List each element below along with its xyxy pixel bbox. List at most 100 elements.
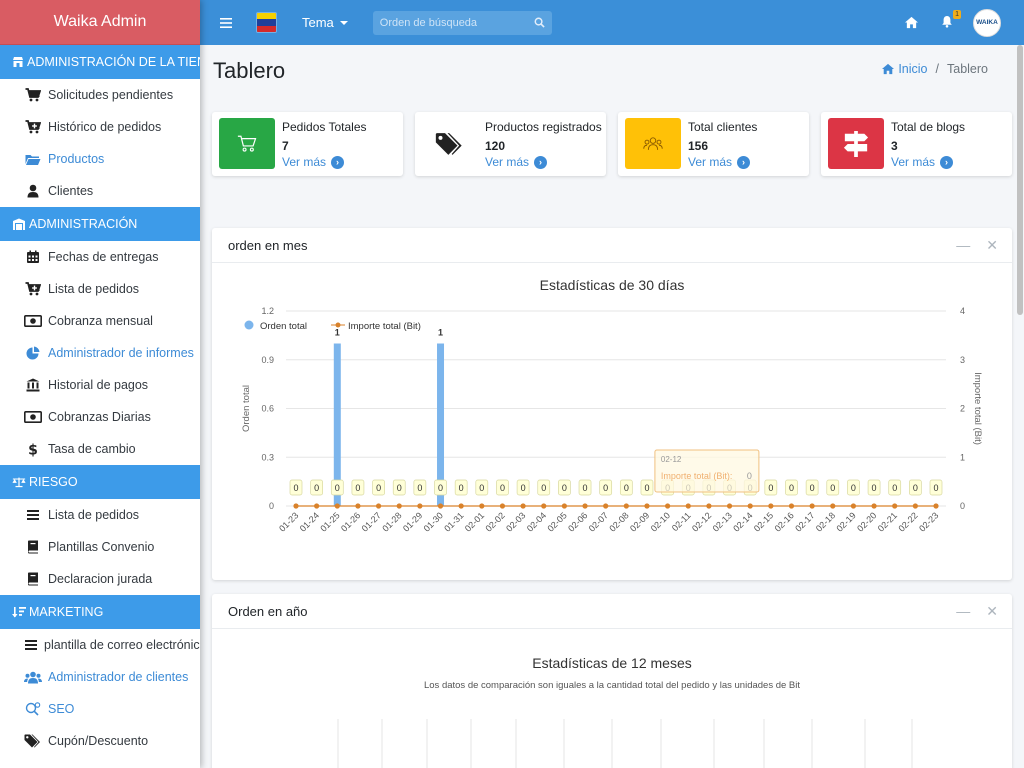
legend-label: Importe total (Bit)	[348, 321, 421, 332]
stat-card-more-link[interactable]: Ver más ›	[485, 155, 548, 169]
sidebar-item[interactable]: plantilla de correo electrónico	[0, 629, 200, 661]
stat-card-more-link[interactable]: Ver más ›	[688, 155, 751, 169]
line-data-label: 0	[872, 483, 877, 493]
sidebar-item-label: Administrador de clientes	[48, 670, 189, 684]
sidebar-item-label: Lista de pedidos	[48, 508, 140, 522]
x-tick-label: 02-05	[545, 510, 568, 533]
sidebar-section-header[interactable]: ADMINISTRACIÓN DE LA TIENDA	[0, 45, 200, 79]
sidebar-item[interactable]: Histórico de pedidos	[0, 111, 200, 143]
y-axis-label: Orden total	[241, 385, 252, 432]
sidebar-item[interactable]: SEO	[0, 693, 200, 725]
minimize-icon[interactable]: —	[956, 604, 970, 618]
x-tick-label: 02-03	[504, 510, 527, 533]
x-tick-label: 02-19	[834, 510, 857, 533]
line-point	[665, 503, 671, 509]
line-point	[520, 503, 526, 509]
line-point	[871, 503, 877, 509]
y2-tick-label: 0	[960, 501, 965, 511]
venezuela-flag-icon[interactable]	[256, 12, 277, 33]
x-tick-label: 01-24	[298, 510, 321, 533]
x-tick-label: 01-25	[318, 510, 341, 533]
search-icon[interactable]	[534, 17, 545, 28]
stat-card-more-link[interactable]: Ver más ›	[891, 155, 954, 169]
x-tick-label: 02-12	[690, 510, 713, 533]
notifications-button[interactable]: 1	[941, 9, 961, 31]
sidebar-section-title: RIESGO	[29, 475, 78, 489]
sidebar-section-header[interactable]: RIESGO	[0, 465, 200, 499]
line-data-label: 0	[397, 483, 402, 493]
sidebar-section-header[interactable]: ADMINISTRACIÓN	[0, 207, 200, 241]
line-data-label: 0	[603, 483, 608, 493]
search-input[interactable]: Orden de búsqueda	[372, 10, 552, 35]
sidebar-item-label: SEO	[48, 702, 75, 716]
sidebar-item[interactable]: Lista de pedidos	[0, 273, 200, 305]
x-tick-label: 02-21	[876, 510, 899, 533]
sidebar-section-header[interactable]: MARKETING	[0, 595, 200, 629]
sidebar-item-label: Fechas de entregas	[48, 250, 159, 264]
x-tick-label: 01-31	[442, 510, 465, 533]
sidebar-section-title: ADMINISTRACIÓN	[29, 217, 138, 231]
line-data-label: 0	[438, 483, 443, 493]
line-point	[355, 503, 361, 509]
line-point	[644, 503, 650, 509]
line-data-label: 0	[892, 483, 897, 493]
close-icon[interactable]: ✕	[986, 238, 998, 252]
signs-icon	[828, 118, 884, 169]
line-data-label: 0	[789, 483, 794, 493]
line-point	[314, 503, 320, 509]
sidebar-item[interactable]: Plantillas Convenio	[0, 531, 200, 563]
sidebar-item-label: Histórico de pedidos	[48, 120, 162, 134]
y-tick-label: 0.9	[261, 355, 274, 365]
sidebar-item[interactable]: Productos	[0, 143, 200, 175]
sidebar-item-label: plantilla de correo electrónico	[44, 638, 200, 652]
stat-card-more-link[interactable]: Ver más ›	[282, 155, 345, 169]
avatar[interactable]: WAIKA	[973, 8, 1001, 37]
bar-value-label: 1	[335, 328, 340, 338]
breadcrumb-current: Tablero	[947, 62, 988, 76]
bank-icon	[24, 378, 42, 392]
line-data-label: 0	[830, 483, 835, 493]
svg-text:$: $	[28, 442, 38, 457]
book-icon	[24, 540, 42, 554]
stat-card-value: 3	[891, 139, 898, 153]
sidebar-item[interactable]: Cupón/Descuento	[0, 725, 200, 757]
sidebar-item[interactable]: Historial de pagos	[0, 369, 200, 401]
cart-icon	[219, 118, 275, 169]
sidebar-item[interactable]: Fechas de entregas	[0, 241, 200, 273]
arrow-circle-right-icon: ›	[534, 155, 548, 169]
sidebar-item[interactable]: Cobranzas Diarias	[0, 401, 200, 433]
minimize-icon[interactable]: —	[956, 238, 970, 252]
home-icon[interactable]	[904, 16, 919, 29]
theme-dropdown[interactable]: Tema	[302, 15, 348, 30]
line-point	[933, 503, 939, 509]
legend-marker-orden-total	[244, 320, 254, 330]
sidebar-section-title: MARKETING	[29, 605, 104, 619]
store-icon	[12, 56, 24, 68]
line-data-label: 0	[644, 483, 649, 493]
stat-cards: Pedidos Totales 7 Ver más › Productos reg…	[212, 112, 1012, 176]
stat-card: Total clientes 156 Ver más ›	[618, 112, 809, 176]
brand-logo[interactable]: Waika Admin	[0, 0, 200, 45]
close-icon[interactable]: ✕	[986, 604, 998, 618]
page-scrollbar[interactable]	[1017, 45, 1023, 315]
tooltip-category: 02-12	[661, 455, 682, 464]
line-data-label: 0	[913, 483, 918, 493]
sidebar-item[interactable]: Administrador de informes	[0, 337, 200, 369]
x-tick-label: 01-30	[422, 510, 445, 533]
sidebar-item[interactable]: Lista de pedidos	[0, 499, 200, 531]
sidebar-item[interactable]: Declaracion jurada	[0, 563, 200, 595]
breadcrumb-home-link[interactable]: Inicio	[881, 62, 928, 76]
line-data-label: 0	[479, 483, 484, 493]
sidebar-item[interactable]: Administrador de clientes	[0, 661, 200, 693]
sidebar-item[interactable]: Cobranza mensual	[0, 305, 200, 337]
arrow-circle-right-icon: ›	[331, 155, 345, 169]
x-tick-label: 02-22	[896, 510, 919, 533]
users-icon	[625, 118, 681, 169]
sidebar-item[interactable]: $ Tasa de cambio	[0, 433, 200, 465]
sidebar-item[interactable]: Solicitudes pendientes	[0, 79, 200, 111]
menu-toggle-icon[interactable]	[219, 17, 233, 28]
y2-tick-label: 3	[960, 355, 965, 365]
y2-tick-label: 1	[960, 452, 965, 462]
sidebar-item[interactable]: Clientes	[0, 175, 200, 207]
line-point	[850, 503, 857, 509]
